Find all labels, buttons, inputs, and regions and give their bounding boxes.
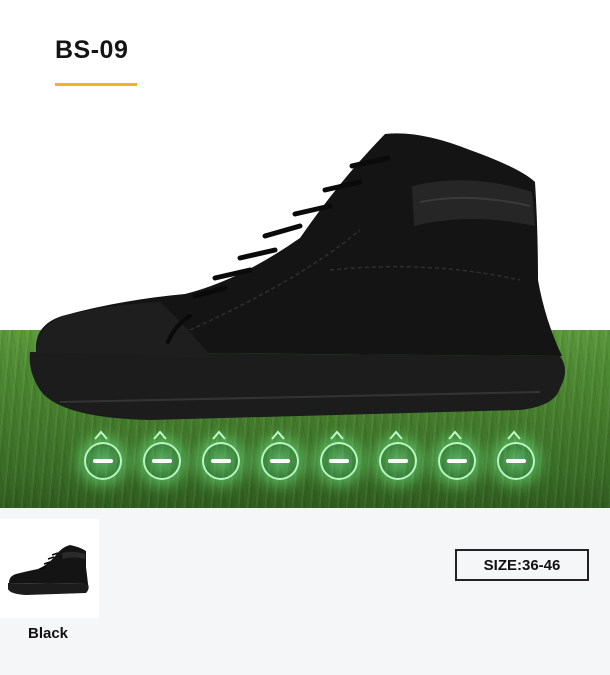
arrow-up-icon	[153, 430, 167, 440]
color-variant-thumbnail[interactable]	[0, 519, 99, 618]
pressure-point-icon	[497, 442, 535, 480]
arrow-up-icon	[448, 430, 462, 440]
pressure-point-icon	[438, 442, 476, 480]
arrow-up-icon	[507, 430, 521, 440]
pressure-indicators	[0, 430, 610, 508]
pressure-point-icon	[261, 442, 299, 480]
arrow-up-icon	[212, 430, 226, 440]
arrow-up-icon	[271, 430, 285, 440]
size-range-badge: SIZE:36-46	[455, 549, 589, 581]
high-top-shoe-icon	[29, 133, 565, 420]
hero-banner: BS-09	[0, 0, 610, 508]
pressure-point-icon	[143, 442, 181, 480]
color-variant-label: Black	[27, 625, 69, 642]
title-accent-underline	[55, 83, 137, 86]
pressure-point-icon	[379, 442, 417, 480]
shoe-thumbnail-icon	[8, 545, 89, 595]
product-model-title: BS-09	[55, 36, 129, 64]
arrow-up-icon	[94, 430, 108, 440]
pressure-point-icon	[202, 442, 240, 480]
pressure-point-icon	[320, 442, 358, 480]
arrow-up-icon	[389, 430, 403, 440]
shoe-sole	[29, 352, 565, 420]
arrow-up-icon	[330, 430, 344, 440]
pressure-point-icon	[84, 442, 122, 480]
